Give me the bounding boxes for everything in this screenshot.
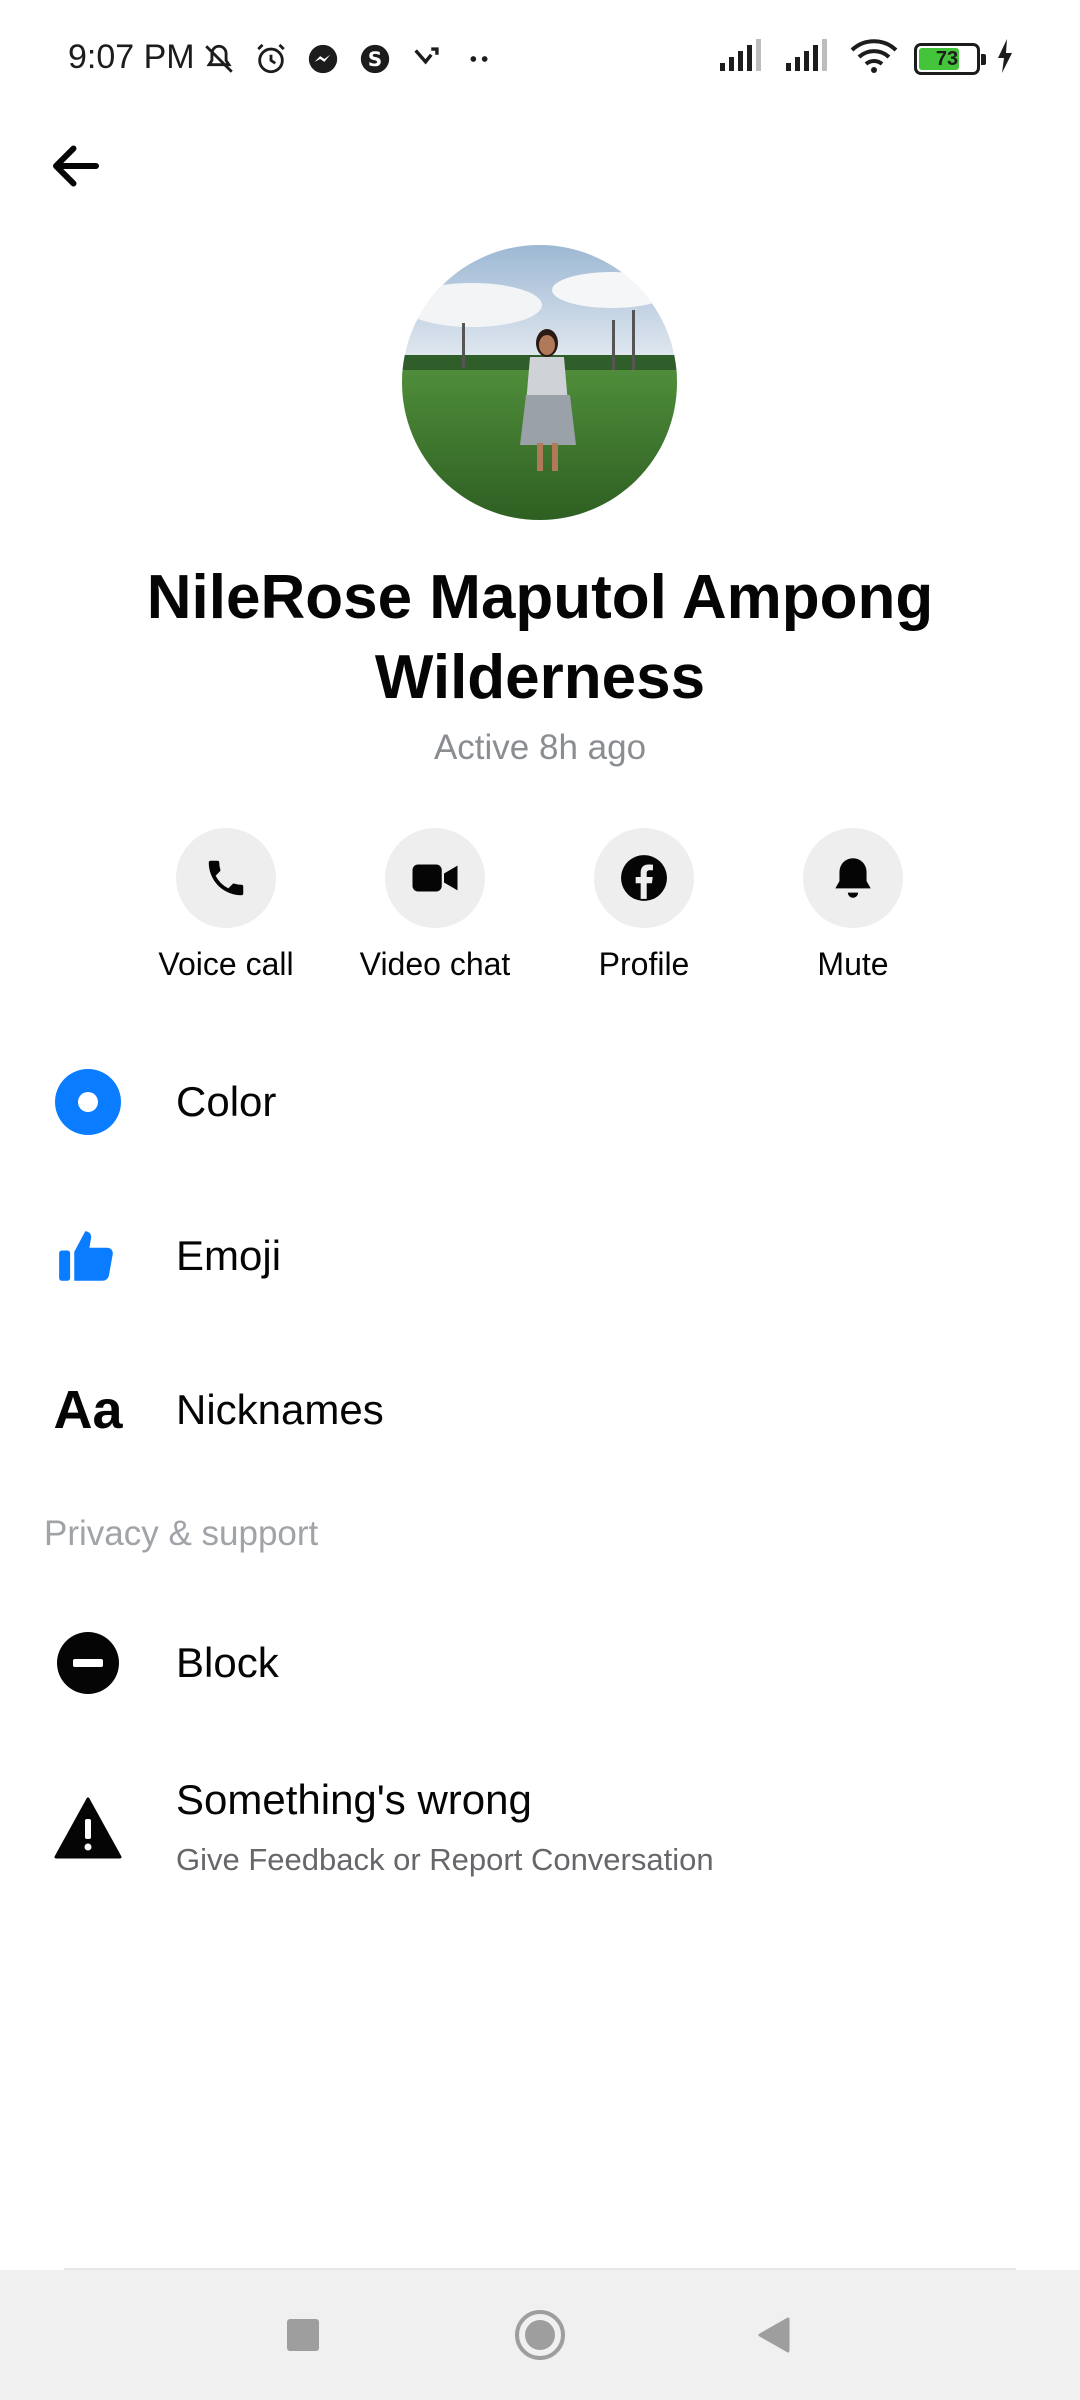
color-row[interactable]: Color (0, 1042, 1080, 1162)
svg-text:S: S (368, 48, 382, 71)
profile-button[interactable]: Profile (544, 828, 744, 983)
profile-avatar[interactable] (402, 245, 677, 520)
nicknames-label: Nicknames (176, 1386, 384, 1433)
voice-call-button[interactable]: Voice call (126, 828, 326, 983)
video-camera-icon (412, 864, 458, 892)
charging-icon (996, 39, 1014, 78)
back-button[interactable] (40, 130, 112, 202)
recents-square-icon (287, 2319, 319, 2351)
profile-name: NileRose Maputol Ampong Wilderness (146, 563, 934, 712)
block-row[interactable]: Block (0, 1603, 1080, 1723)
mute-button[interactable]: Mute (753, 828, 953, 983)
more-dots-icon (460, 40, 498, 78)
emoji-row[interactable]: Emoji (0, 1196, 1080, 1316)
status-time: 9:07 PM (68, 38, 195, 76)
back-arrow-icon (53, 145, 99, 187)
voice-call-label: Voice call (158, 946, 294, 982)
bell-icon (835, 858, 871, 898)
somethings-wrong-label: Something's wrong (176, 1776, 532, 1823)
home-button[interactable] (508, 2303, 572, 2367)
battery-icon: 73 (914, 42, 986, 75)
call-forward-icon (408, 40, 446, 78)
system-status-icons: 73 (718, 38, 1014, 79)
active-status: Active 8h ago (433, 728, 647, 767)
wifi-icon (850, 38, 898, 79)
somethings-wrong-row[interactable]: Something's wrong Give Feedback or Repor… (0, 1762, 1080, 1902)
mute-label: Mute (817, 946, 889, 982)
video-chat-label: Video chat (359, 946, 511, 982)
alarm-icon (252, 40, 290, 78)
signal-icon (718, 39, 768, 78)
thumbs-up-icon (48, 1216, 128, 1296)
color-label: Color (176, 1078, 277, 1125)
somethings-wrong-sublabel: Give Feedback or Report Conversation (176, 1842, 714, 1877)
video-chat-button[interactable]: Video chat (335, 828, 535, 983)
phone-icon (208, 860, 244, 896)
back-nav-button[interactable] (742, 2303, 806, 2367)
battery-cap (981, 53, 986, 65)
notification-icons: S (200, 40, 498, 78)
status-bar: 9:07 PM S 73 (0, 0, 1080, 120)
facebook-icon (621, 855, 667, 901)
emoji-label: Emoji (176, 1232, 282, 1279)
warning-icon (48, 1788, 128, 1868)
block-label: Block (176, 1639, 279, 1686)
recents-button[interactable] (271, 2303, 335, 2367)
block-icon (48, 1623, 128, 1703)
signal-icon (784, 39, 834, 78)
privacy-section-header: Privacy & support (44, 1514, 319, 1553)
dollar-icon: S (356, 40, 394, 78)
mute-icon (200, 40, 238, 78)
home-circle-icon (515, 2310, 565, 2360)
profile-label: Profile (598, 946, 690, 982)
messenger-icon (304, 40, 342, 78)
color-circle-icon (48, 1062, 128, 1142)
back-triangle-icon (758, 2317, 790, 2353)
battery-level: 73 (935, 47, 959, 70)
nicknames-aa-icon: Aa (53, 1380, 123, 1440)
nicknames-row[interactable]: Aa Nicknames (0, 1350, 1080, 1470)
